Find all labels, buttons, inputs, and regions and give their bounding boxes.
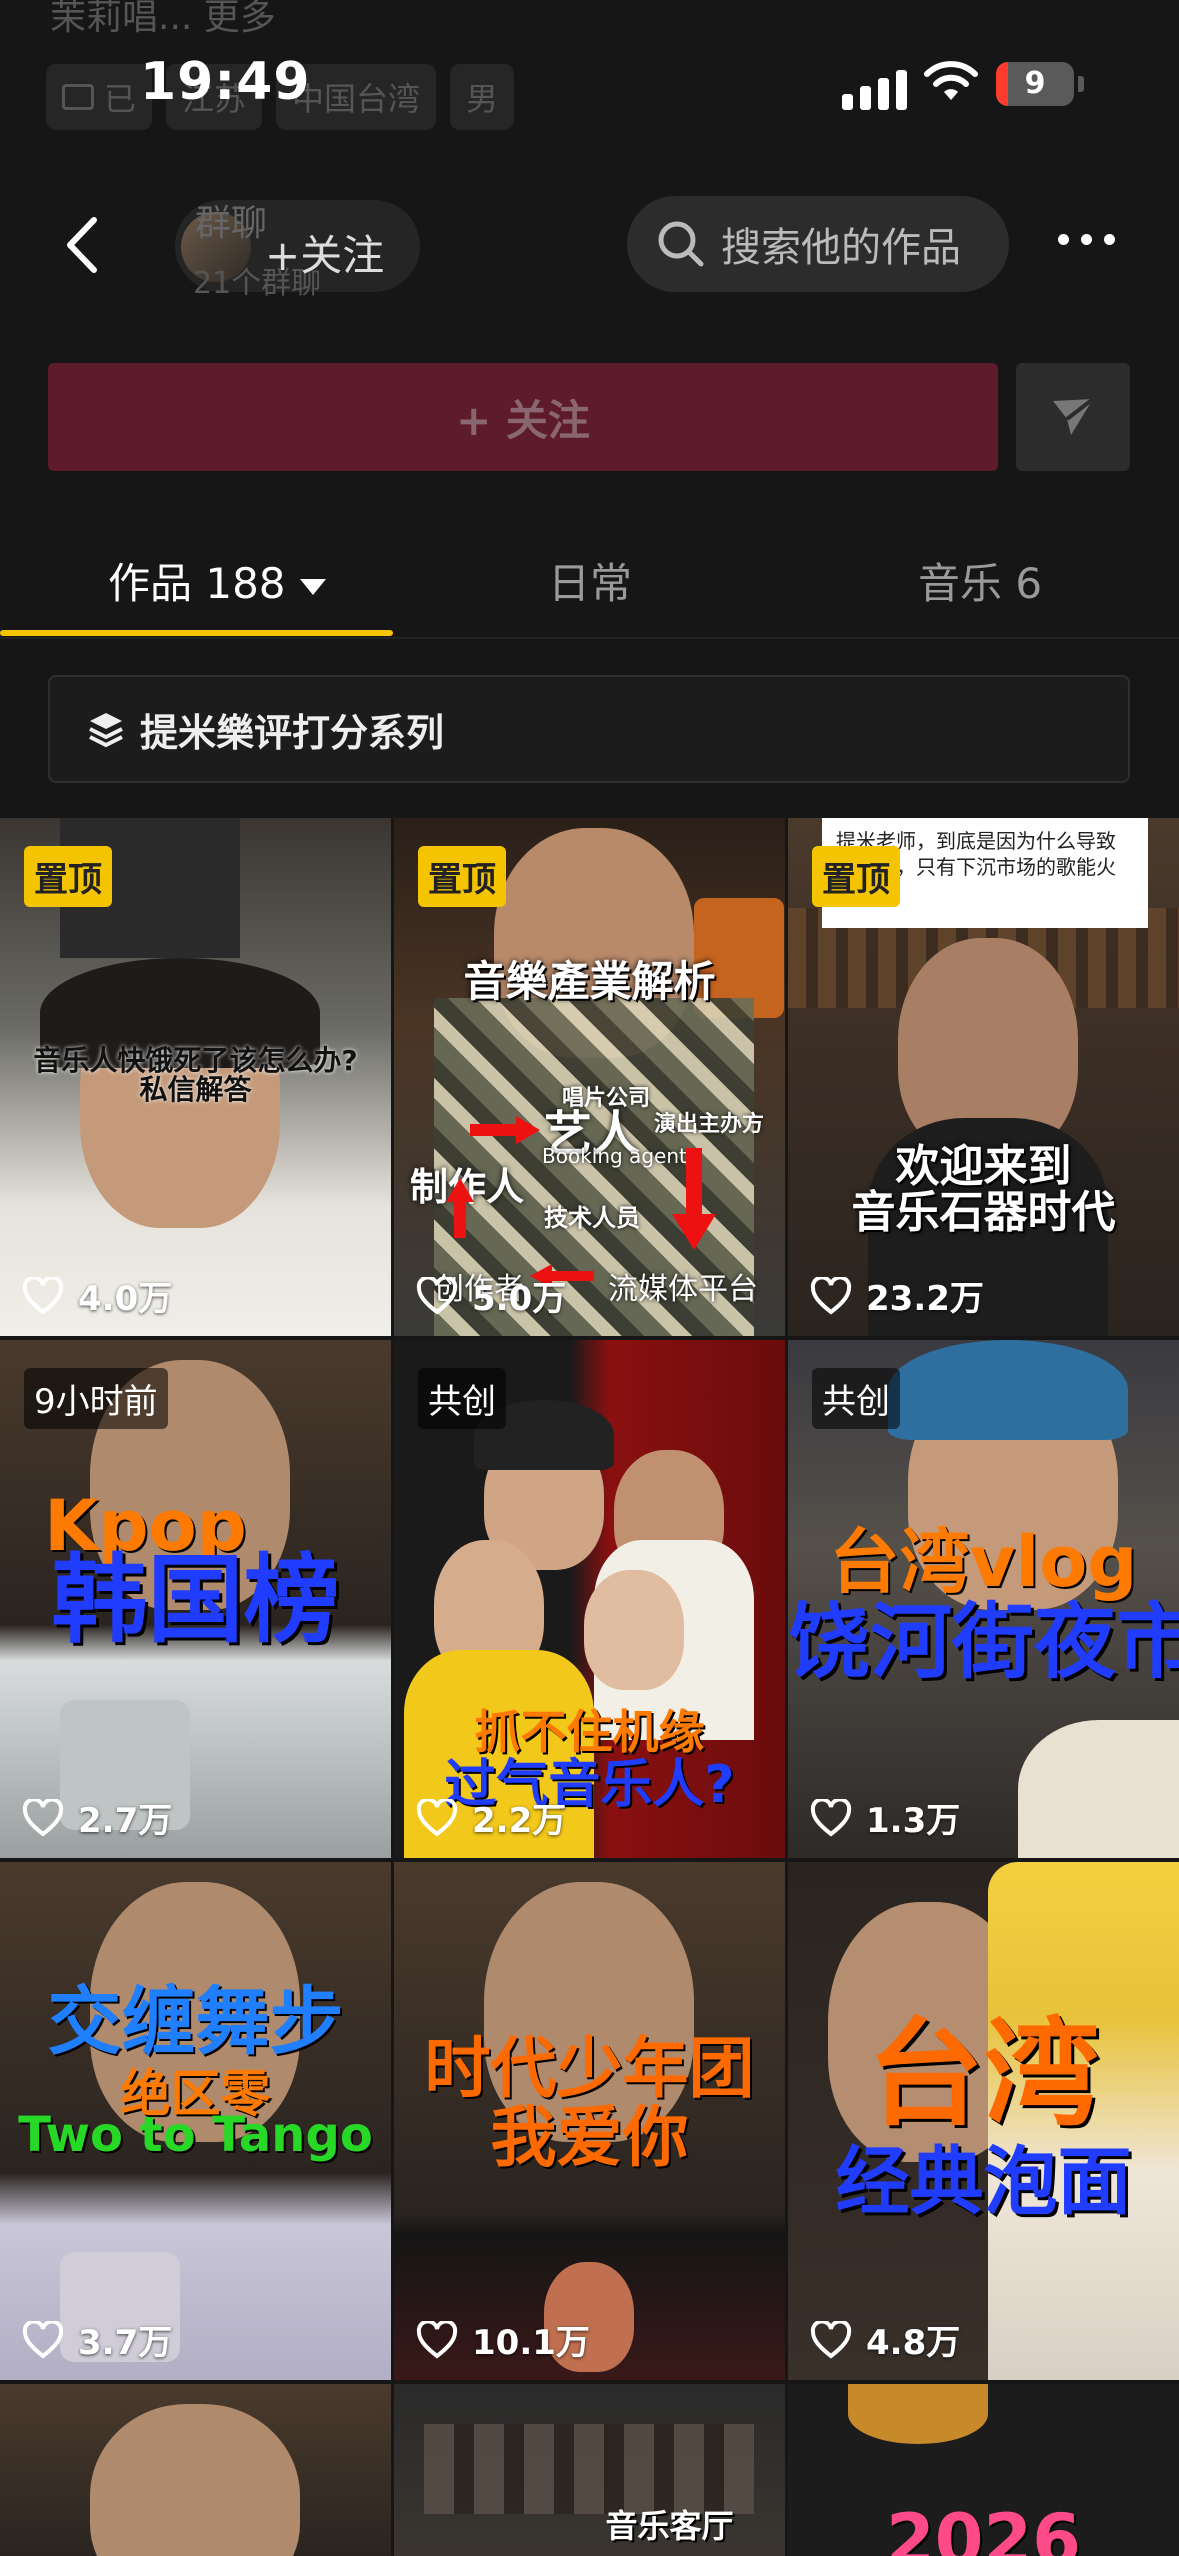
heart-icon [22,1798,64,1837]
video-tile[interactable]: 抓不住机缘 过气音乐人? 共创 2.2万 [394,1340,785,1858]
heart-icon [22,2320,64,2359]
heart-icon [810,1798,852,1837]
like-count: 4.0万 [22,1271,172,1320]
video-caption: 欢迎来到 音乐石器时代 [851,1141,1116,1239]
collection-banner[interactable]: 提米樂评打分系列 [48,675,1130,783]
video-tile[interactable]: 音乐人快饿死了该怎么办? 私信解答 置顶 4.0万 [0,818,391,1336]
follow-button[interactable]: + 关注 [48,363,998,471]
like-count-text: 4.8万 [866,2323,961,2363]
battery-icon: 9 [996,62,1074,106]
like-count-text: 10.1万 [472,2323,590,2363]
video-tile[interactable]: 台湾 经典泡面 4.8万 [788,1862,1179,2380]
like-count: 5.0万 [416,1271,566,1320]
top-nav: 群聊 21个群聊 +关注 搜索他的作品 [0,190,1179,301]
like-count: 1.3万 [810,1793,960,1842]
like-count: 2.2万 [416,1793,566,1842]
video-caption: 时代少年团 我爱你 [424,2030,755,2177]
tab-label: 日常 [548,559,633,608]
content-tabs: 作品 188 日常 音乐 6 [0,540,1179,640]
group-chat-pill[interactable]: 群聊 21个群聊 +关注 [175,200,420,301]
video-tile[interactable]: 音樂產業解析 唱片公司 艺人 演出主办方 Booking agent 制作人 技… [394,818,785,1336]
video-caption: 饶河街夜市 [788,1595,1179,1690]
video-tile[interactable] [0,2384,391,2556]
video-caption: 台湾vlog [829,1521,1138,1603]
like-count-text: 23.2万 [866,1279,984,1319]
like-count: 23.2万 [810,1271,984,1320]
like-count-text: 4.0万 [78,1279,173,1319]
wifi-icon [924,61,978,100]
like-count-text: 2.7万 [78,1801,173,1841]
group-title: 群聊 [195,203,268,244]
co-create-badge: 共创 [812,1368,900,1429]
video-caption: Two to Tango [18,2107,373,2163]
profile-name-faded: 茉莉唱... 更多 [50,0,276,38]
time-badge: 9小时前 [24,1368,168,1429]
heart-icon [416,1798,458,1837]
active-tab-indicator [0,630,393,636]
video-tile[interactable]: 台湾vlog 饶河街夜市 共创 1.3万 [788,1340,1179,1858]
collection-label: 提米樂评打分系列 [140,710,445,755]
search-input[interactable]: 搜索他的作品 [627,196,1009,292]
video-caption: 音乐客厅 [605,2507,734,2545]
tab-label: 音乐 6 [918,559,1043,608]
like-count: 2.7万 [22,1793,172,1842]
video-caption: 韩国榜 [51,1544,340,1656]
like-count-text: 2.2万 [472,1801,567,1841]
like-count-text: 1.3万 [866,1801,961,1841]
like-count-text: 3.7万 [78,2323,173,2363]
send-icon [1053,397,1095,435]
message-button[interactable] [1016,363,1130,471]
video-tile[interactable]: 交缠舞步 绝区零 Two to Tango 3.7万 [0,1862,391,2380]
signal-icon [842,70,907,110]
like-count-text: 5.0万 [472,1279,567,1319]
video-caption: 抓不住机缘 [474,1705,705,1759]
pinned-badge: 置顶 [24,846,112,907]
search-placeholder: 搜索他的作品 [721,225,961,271]
like-count: 3.7万 [22,2315,172,2364]
heart-icon [22,1276,64,1315]
tab-music[interactable]: 音乐 6 [918,550,1042,611]
like-count: 10.1万 [416,2315,590,2364]
co-create-badge: 共创 [418,1368,506,1429]
video-caption: 交缠舞步 [47,1979,344,2065]
heart-icon [416,1276,458,1315]
layers-icon [89,713,123,748]
status-time: 19:49 [140,52,311,112]
heart-icon [810,2320,852,2359]
more-options-icon[interactable] [1058,234,1115,245]
back-arrow-icon[interactable] [58,212,108,278]
video-tile[interactable]: 提米老师，到底是因为什么导致没人听，只有下沉市场的歌能火 欢迎来到 音乐石器时代… [788,818,1179,1336]
search-icon [658,221,704,267]
status-bar: 19:49 9 [0,40,1179,130]
video-tile[interactable]: 音乐客厅 [394,2384,785,2556]
heart-icon [810,1276,852,1315]
video-caption: 经典泡面 [835,2139,1132,2225]
tab-works[interactable]: 作品 188 [108,550,326,611]
tab-daily[interactable]: 日常 [548,550,632,611]
like-count: 4.8万 [810,2315,960,2364]
pinned-badge: 置顶 [418,846,506,907]
follow-small-button[interactable]: +关注 [265,222,384,283]
video-tile[interactable]: 2026 [788,2384,1179,2556]
heart-icon [416,2320,458,2359]
pinned-badge: 置顶 [812,846,900,907]
video-tile[interactable]: 时代少年团 我爱你 10.1万 [394,1862,785,2380]
video-caption: 音乐人快饿死了该怎么办? 私信解答 [33,1044,358,1107]
video-caption: 2026 [886,2499,1081,2556]
chevron-down-icon [299,578,326,595]
tab-label: 作品 188 [108,559,286,608]
video-tile[interactable]: Kpop 韩国榜 9小时前 2.7万 [0,1340,391,1858]
battery-level: 9 [1024,66,1046,101]
video-caption: 台湾 [867,2007,1100,2142]
